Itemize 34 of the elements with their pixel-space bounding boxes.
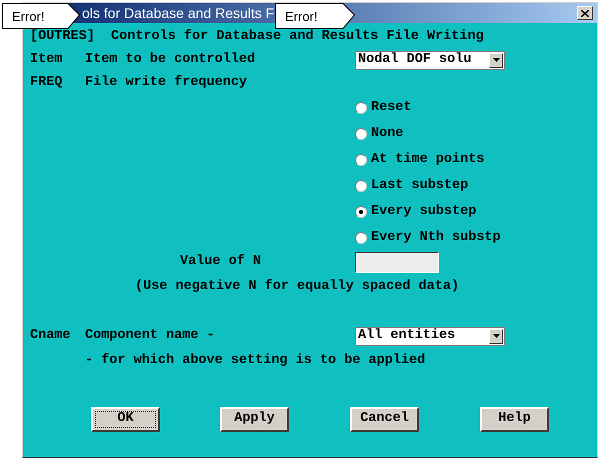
close-button[interactable] <box>577 6 593 20</box>
radio-button[interactable] <box>355 232 367 244</box>
field-label: File write frequency <box>85 74 248 92</box>
radio-option[interactable]: Every Nth substp <box>355 228 501 248</box>
dropdown[interactable]: Nodal DOF solu <box>355 50 505 70</box>
dialog-button[interactable]: Help <box>480 407 549 432</box>
field-label: Component name - <box>85 326 216 345</box>
field-key: FREQ <box>30 72 85 94</box>
error-callout: Error! <box>275 3 355 29</box>
radio-button[interactable] <box>355 206 367 218</box>
input-field[interactable] <box>355 252 439 272</box>
hint-text: (Use negative N for equally spaced data) <box>135 278 460 296</box>
field-label: Item to be controlled <box>85 50 256 69</box>
dialog-button[interactable]: Cancel <box>350 407 419 432</box>
field-label: Value of N <box>179 252 262 271</box>
radio-button[interactable] <box>355 154 367 166</box>
dropdown[interactable]: All entities <box>355 326 505 346</box>
close-icon <box>581 10 589 16</box>
dialog-button[interactable]: Apply <box>220 407 289 432</box>
radio-button[interactable] <box>355 180 367 192</box>
field-key: Item <box>30 50 85 70</box>
radio-option[interactable]: Last substep <box>355 176 468 196</box>
field-key: Cname <box>30 326 85 346</box>
hint-text: - for which above setting is to be applied <box>85 352 426 370</box>
radio-option[interactable]: At time points <box>355 150 484 170</box>
window-title: ols for Database and Results F <box>82 4 274 22</box>
radio-option[interactable]: None <box>355 124 404 144</box>
dialog-heading: [OUTRES] Controls for Database and Results File Writing <box>30 28 484 46</box>
error-callout: Error! <box>2 3 80 29</box>
radio-button[interactable] <box>355 102 367 114</box>
radio-option[interactable]: Reset <box>355 98 412 118</box>
radio-button[interactable] <box>355 128 367 140</box>
radio-option[interactable]: Every substep <box>355 202 476 222</box>
dialog-button[interactable]: OK <box>91 407 160 432</box>
